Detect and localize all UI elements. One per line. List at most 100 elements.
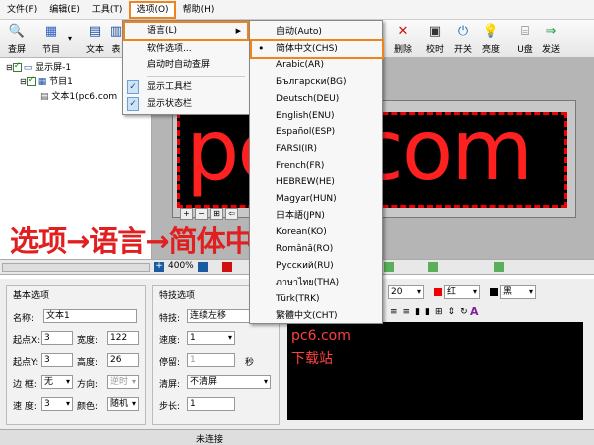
language-item[interactable]: 自动(Auto) <box>252 24 382 40</box>
program-dropdown[interactable]: ▾ <box>68 22 78 56</box>
editor-line-2: 下载站 <box>291 351 333 367</box>
check-icon: ✓ <box>127 97 139 111</box>
start-y-input[interactable]: 3 <box>41 353 73 367</box>
menu-item-software-options[interactable]: 软件选项... <box>123 41 249 57</box>
language-item[interactable]: Русский(RU) <box>252 258 382 274</box>
font-size-select[interactable]: 20 <box>388 285 424 299</box>
language-item-label: FARSI(IR) <box>276 143 318 154</box>
tree-node-program[interactable]: ⊟ ▦ 节目1 <box>20 74 73 87</box>
border-select[interactable]: 无 <box>41 375 73 389</box>
menu-item-show-toolbar[interactable]: ✓ 显示工具栏 <box>123 79 249 95</box>
fg-color-select[interactable]: 红 <box>444 285 480 299</box>
language-item[interactable]: Magyar(HUN) <box>252 191 382 207</box>
expand-icon[interactable]: ⊟ <box>6 63 13 72</box>
menu-edit[interactable]: 编辑(E) <box>44 1 85 19</box>
program-checkbox[interactable] <box>26 75 36 86</box>
expand-icon[interactable]: ⊟ <box>20 77 27 86</box>
program-icon: ▦ <box>44 24 58 39</box>
delete-button[interactable]: ✕ 删除 <box>386 22 420 56</box>
language-item-label: Magyar(HUN) <box>276 194 337 204</box>
selected-bullet-icon: • <box>258 41 265 55</box>
language-item[interactable]: ภาษาไทย(THA) <box>252 275 382 291</box>
usb-label: U盘 <box>517 45 533 55</box>
send-icon: ⇒ <box>545 24 557 39</box>
color-select[interactable]: 随机 <box>107 397 139 411</box>
language-item[interactable]: Arabic(AR) <box>252 57 382 73</box>
find-screen-button[interactable]: 🔍 查屏 <box>0 22 34 56</box>
screen-icon: ▭ <box>23 63 33 73</box>
brightness-label: 亮度 <box>481 45 500 55</box>
text-editor[interactable]: pc6.com 下载站 <box>287 322 583 420</box>
speed-select[interactable]: 3 <box>41 397 73 411</box>
height-input[interactable]: 26 <box>107 353 139 367</box>
language-item[interactable]: Español(ESP) <box>252 124 382 140</box>
play-icon[interactable] <box>222 262 232 272</box>
menu-item-show-statusbar[interactable]: ✓ 显示状态栏 <box>123 96 249 112</box>
language-item[interactable]: 简体中文(CHS) • <box>250 38 384 59</box>
language-item[interactable]: 繁體中文(CHT) <box>252 308 382 324</box>
menu-item-language[interactable]: 语言(L) ▶ <box>123 21 249 41</box>
name-label: 名称: <box>13 314 35 324</box>
brightness-button[interactable]: 💡 亮度 <box>474 22 508 56</box>
menu-options[interactable]: 选项(O) <box>129 0 176 19</box>
language-item[interactable]: Română(RO) <box>252 241 382 257</box>
effect-speed-select[interactable]: 1 <box>187 331 235 345</box>
language-item[interactable]: FARSI(IR) <box>252 141 382 157</box>
status-bar: 未连接 <box>0 429 594 445</box>
menu-item-auto-find[interactable]: 启动时自动查屏 <box>123 57 249 73</box>
language-item[interactable]: Deutsch(DEU) <box>252 91 382 107</box>
language-item-label: Arabic(AR) <box>276 60 324 71</box>
time-sync-label: 校时 <box>425 45 444 55</box>
plus-icon[interactable]: + <box>154 262 164 272</box>
language-item[interactable]: French(FR) <box>252 158 382 174</box>
start-x-input[interactable]: 3 <box>41 331 73 345</box>
program-button[interactable]: ▦ 节目 <box>34 22 68 56</box>
name-input[interactable]: 文本1 <box>43 309 137 323</box>
menu-file[interactable]: 文件(F) <box>2 1 42 19</box>
language-item[interactable]: HEBREW(HE) <box>252 174 382 190</box>
language-label: 语言(L) <box>147 26 178 36</box>
language-item[interactable]: 日本語(JPN) <box>252 208 382 224</box>
menu-bar: 文件(F) 编辑(E) 工具(T) 选项(O) 帮助(H) <box>0 0 594 20</box>
tree-program-label: 节目1 <box>49 77 73 87</box>
menu-tools[interactable]: 工具(T) <box>87 1 128 19</box>
stay-input[interactable]: 1 <box>187 353 235 367</box>
minus-icon[interactable] <box>198 262 208 272</box>
language-item-label: ภาษาไทย(THA) <box>276 277 340 288</box>
send-button[interactable]: ⇒ 发送 <box>534 22 568 56</box>
stay-label: 停留: <box>159 358 181 368</box>
bg-color-select[interactable]: 黑 <box>500 285 536 299</box>
find-screen-label: 查屏 <box>7 45 26 55</box>
width-input[interactable]: 122 <box>107 331 139 345</box>
menu-help[interactable]: 帮助(H) <box>178 1 220 19</box>
direction-select[interactable]: 逆时 <box>107 375 139 389</box>
font-a-icon[interactable]: A <box>470 305 479 318</box>
align-icons[interactable]: ≡≡▮▮⊞⇕↻ <box>390 307 473 317</box>
tree-scrollbar[interactable] <box>2 263 150 272</box>
green-indicator-icon <box>384 262 394 272</box>
submenu-arrow-icon: ▶ <box>235 27 241 35</box>
screen-checkbox[interactable] <box>12 61 22 72</box>
language-item[interactable]: Türk(TRK) <box>252 291 382 307</box>
tree-node-screen[interactable]: ⊟ ▭ 显示屏-1 <box>6 60 71 73</box>
language-item-label: 繁體中文(CHT) <box>276 310 338 321</box>
language-item[interactable]: Български(BG) <box>252 74 382 90</box>
language-item[interactable]: Korean(KO) <box>252 224 382 240</box>
language-item[interactable]: English(ENU) <box>252 108 382 124</box>
green-indicator-icon <box>494 262 504 272</box>
clear-select[interactable]: 不清屏 <box>187 375 271 389</box>
language-item-label: HEBREW(HE) <box>276 177 335 188</box>
basic-options-group: 基本选项 名称: 文本1 起点X: 3 宽度: 122 起点Y: 3 高度: 2… <box>6 285 146 425</box>
connection-status: 未连接 <box>196 435 224 445</box>
effect-label: 特技: <box>159 314 181 324</box>
language-menu: 自动(Auto) 简体中文(CHS) • Arabic(AR) Български(BG… <box>249 20 384 324</box>
step-input[interactable]: 1 <box>187 397 235 411</box>
start-y-label: 起点Y: <box>13 358 39 368</box>
width-label: 宽度: <box>77 336 99 346</box>
language-item-label: Deutsch(DEU) <box>276 93 340 104</box>
usb-icon: ⌸ <box>521 24 529 39</box>
language-item-label: English(ENU) <box>276 110 335 121</box>
height-label: 高度: <box>77 358 99 368</box>
tree-node-text[interactable]: ▤ 文本1(pc6.com <box>40 89 117 102</box>
language-item-label: French(FR) <box>276 160 325 171</box>
